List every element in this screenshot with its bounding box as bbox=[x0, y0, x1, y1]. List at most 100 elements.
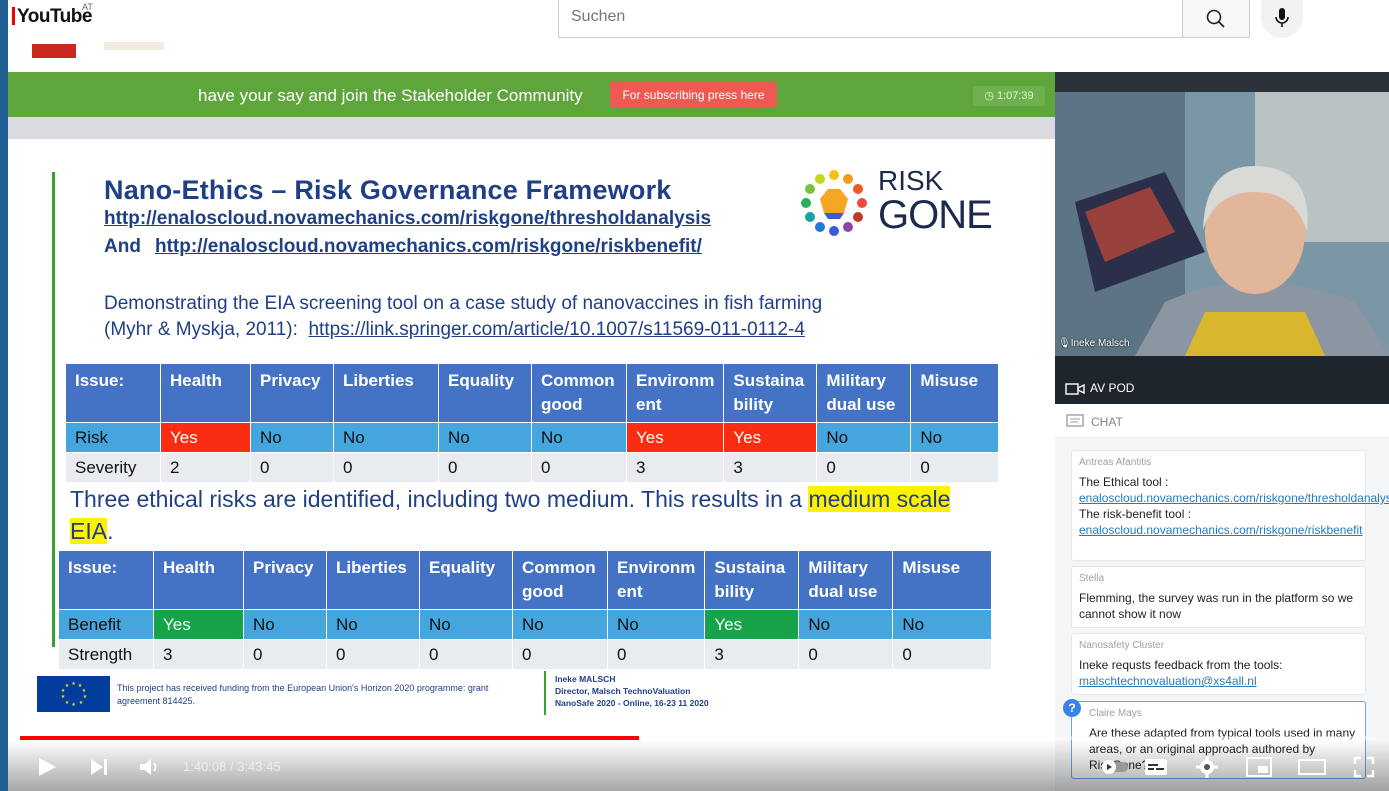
message-author: Antreas Afantitis bbox=[1079, 457, 1152, 468]
table-cell: 0 bbox=[892, 639, 992, 670]
presenter-role: Director, Malsch TechnoValuation bbox=[555, 686, 691, 696]
riskgone-logo-gone: GONE bbox=[878, 193, 993, 237]
video-time: 1:40:08 / 3:43:45 bbox=[183, 759, 281, 774]
miniplayer-icon[interactable] bbox=[1246, 756, 1272, 778]
footer-divider bbox=[544, 671, 546, 715]
webcam-name-label: 🎙Ineke Malsch bbox=[1058, 338, 1130, 349]
table-cell: 0 bbox=[326, 639, 420, 670]
result-sentence: Three ethical risks are identified, incl… bbox=[70, 483, 1010, 547]
speaker-video-image bbox=[1055, 92, 1389, 356]
search-input[interactable]: Suchen bbox=[558, 0, 1183, 38]
table-cell: 0 bbox=[243, 639, 327, 670]
session-timer: ◷ 1:07:39 bbox=[973, 86, 1045, 106]
panel-top-bar bbox=[1055, 72, 1389, 92]
header-cell: Equality bbox=[419, 550, 513, 610]
message-text: The Ethical tool : enaloscloud.novamechan… bbox=[1079, 474, 1389, 538]
chat-header[interactable]: CHAT bbox=[1055, 404, 1389, 438]
message-author: Claire Mays bbox=[1089, 708, 1142, 719]
riskgone-emblem-icon bbox=[801, 170, 867, 236]
table-cell: 3 bbox=[723, 452, 818, 483]
table-cell: 2 bbox=[160, 452, 251, 483]
header-cell: Military dual use bbox=[816, 363, 912, 423]
webcam-name: Ineke Malsch bbox=[1070, 338, 1130, 349]
fullscreen-icon[interactable] bbox=[1353, 756, 1375, 778]
table-cell: No bbox=[816, 422, 912, 453]
table-cell: Yes bbox=[160, 422, 251, 453]
autoplay-toggle-icon[interactable] bbox=[1101, 756, 1129, 778]
table-cell: No bbox=[798, 609, 894, 640]
message-body: Ineke requsts feedback from the tools: bbox=[1079, 658, 1283, 672]
table-cell: Yes bbox=[153, 609, 244, 640]
table-cell: No bbox=[419, 609, 513, 640]
microphone-icon: 🎙 bbox=[1058, 338, 1071, 349]
result-highlight: medium scale bbox=[808, 486, 951, 512]
video-camera-icon bbox=[1065, 383, 1085, 395]
eu-stars-icon: ★ ★★★★★ ★★★★ bbox=[61, 681, 88, 708]
table-cell: 0 bbox=[419, 639, 513, 670]
video-frame: YouTube AT Suchen have your say and join… bbox=[8, 0, 1389, 791]
subtitles-icon[interactable] bbox=[1144, 756, 1168, 778]
table-cell: No bbox=[892, 609, 992, 640]
email-link[interactable]: malschtechnovaluation@xs4all.nl bbox=[1079, 674, 1257, 688]
message-body: Flemming, the survey was run in the plat… bbox=[1079, 591, 1354, 621]
event-name: NanoSafe 2020 - Online, 16-23 11 2020 bbox=[555, 698, 709, 708]
threshold-analysis-link[interactable]: http://enaloscloud.novamechanics.com/ris… bbox=[104, 208, 711, 230]
clock-icon: ◷ bbox=[984, 90, 997, 102]
help-icon[interactable]: ? bbox=[1063, 699, 1081, 717]
table-cell: 0 bbox=[606, 639, 706, 670]
header-cell: Issue: bbox=[65, 363, 161, 423]
benefit-row: Benefit Yes No No No No No Yes No No bbox=[58, 609, 992, 640]
header-cell: Issue: bbox=[58, 550, 154, 610]
ethical-tool-link[interactable]: enaloscloud.novamechanics.com/riskgone/t… bbox=[1079, 491, 1389, 505]
risk-benefit-tool-link[interactable]: enaloscloud.novamechanics.com/riskgone/r… bbox=[1079, 523, 1362, 537]
message-author: Stella bbox=[1079, 573, 1105, 584]
svg-text:★: ★ bbox=[83, 694, 88, 700]
table-cell: 0 bbox=[438, 452, 532, 483]
header-cell: Environm ent bbox=[625, 363, 725, 423]
message-author: Nanosafety Cluster bbox=[1079, 640, 1165, 651]
header-cell: Privacy bbox=[243, 550, 327, 610]
av-pod-label: AV POD bbox=[1090, 381, 1135, 395]
table-cell: 0 bbox=[531, 452, 627, 483]
table-cell: Risk bbox=[65, 422, 161, 453]
stakeholder-banner: have your say and join the Stakeholder C… bbox=[8, 72, 1055, 117]
table-cell: No bbox=[910, 422, 999, 453]
risk-table-header: Issue: Health Privacy Liberties Equality… bbox=[65, 363, 999, 423]
table-cell: 3 bbox=[625, 452, 725, 483]
header-cell: Military dual use bbox=[798, 550, 894, 610]
chat-message: Stella Flemming, the survey was run in t… bbox=[1071, 566, 1366, 628]
risk-benefit-link[interactable]: http://enaloscloud.novamechanics.com/ris… bbox=[155, 236, 702, 258]
table-cell: No bbox=[606, 609, 706, 640]
svg-text:★: ★ bbox=[65, 700, 70, 706]
header-cell: Common good bbox=[512, 550, 608, 610]
springer-link[interactable]: https://link.springer.com/article/10.100… bbox=[308, 319, 804, 340]
table-cell: No bbox=[333, 422, 439, 453]
youtube-logo[interactable]: YouTube bbox=[12, 6, 92, 28]
header-cell: Common good bbox=[531, 363, 627, 423]
strength-row: Strength 3 0 0 0 0 0 3 0 0 bbox=[58, 639, 992, 670]
header-cell: Health bbox=[153, 550, 244, 610]
search-button[interactable] bbox=[1182, 0, 1250, 38]
result-text: Three ethical risks are identified, incl… bbox=[70, 486, 809, 512]
table-cell: No bbox=[512, 609, 608, 640]
table-cell: 0 bbox=[250, 452, 334, 483]
chat-message: Antreas Afantitis The Ethical tool : enal… bbox=[1071, 450, 1389, 561]
subscribe-button[interactable]: For subscribing press here bbox=[610, 82, 777, 108]
theater-mode-icon[interactable] bbox=[1298, 756, 1326, 778]
table-cell: 3 bbox=[704, 639, 800, 670]
next-icon[interactable] bbox=[88, 756, 110, 778]
svg-text:★: ★ bbox=[65, 683, 70, 689]
risk-row: Risk Yes No No No No Yes Yes No No bbox=[65, 422, 999, 453]
volume-icon[interactable] bbox=[138, 756, 162, 778]
presenter-name: Ineke MALSCH bbox=[555, 674, 616, 684]
voice-search-button[interactable] bbox=[1261, 0, 1303, 38]
header-cell: Environm ent bbox=[606, 550, 706, 610]
risk-table: Issue: Health Privacy Liberties Equality… bbox=[65, 363, 999, 483]
channel-logo-text bbox=[104, 42, 164, 50]
webcam-feed: 🎙Ineke Malsch bbox=[1055, 92, 1389, 356]
settings-gear-icon[interactable] bbox=[1196, 756, 1218, 778]
table-cell: 3 bbox=[153, 639, 244, 670]
av-pod-header[interactable]: AV POD bbox=[1055, 356, 1389, 404]
play-icon[interactable] bbox=[36, 756, 58, 778]
table-cell: Yes bbox=[625, 422, 725, 453]
